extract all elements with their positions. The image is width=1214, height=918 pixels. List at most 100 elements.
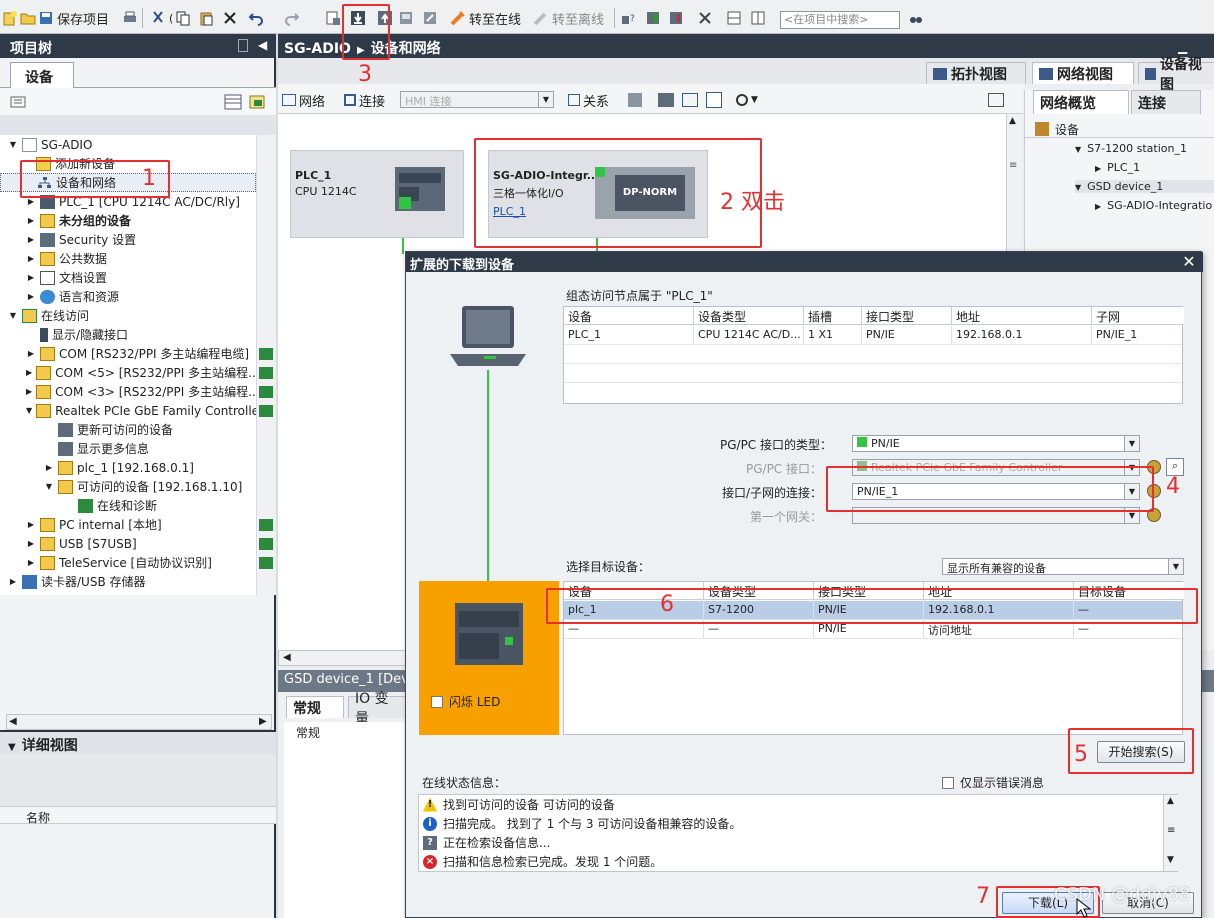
scroll-thumb[interactable]: ≡ [1009,160,1017,171]
collapsed-arrow-icon[interactable]: ▶ [26,520,36,530]
scroll-down-icon[interactable]: ▼ [1167,855,1174,865]
split-horizontal-button[interactable] [726,8,742,28]
zoom-button[interactable]: ▼ [736,90,758,110]
expanded-arrow-icon[interactable]: ▼ [8,140,18,150]
tree-item-doc-settings[interactable]: ▶ 文档设置 [0,268,256,287]
only-errors-checkbox[interactable]: 仅显示错误消息 [942,774,1044,791]
expanded-arrow-icon[interactable]: ▼ [26,406,32,416]
tree-item-update-accessible[interactable]: 更新可访问的设备 [0,420,256,439]
new-tree-icon[interactable] [248,94,266,110]
collapsed-arrow-icon[interactable]: ▶ [8,577,18,587]
close-icon[interactable]: ✕ [1181,253,1197,270]
tab-network-view[interactable]: 网络视图 [1032,62,1134,84]
window-controls[interactable]: ▁ ■ [1178,40,1202,68]
tree-item-com[interactable]: ▶ COM [RS232/PPI 多主站编程电缆] [0,344,256,363]
tree-item-com5[interactable]: ▶ COM <5> [RS232/PPI 多主站编程... [0,363,260,382]
tree-options-icon[interactable] [10,94,26,110]
collapsed-arrow-icon[interactable]: ▶ [44,463,54,473]
overview-item[interactable]: ▼ GSD device_1 [1075,180,1214,193]
detail-view-header[interactable]: ▼ 详细视图 [0,730,276,754]
copy-button[interactable] [175,8,191,28]
tab-devices[interactable]: 设备 [10,62,74,88]
collapsed-arrow-icon[interactable]: ▶ [26,273,36,283]
collapsed-arrow-icon[interactable]: ▶ [26,197,36,207]
tree-scrollbar[interactable] [256,135,276,595]
simulation-button[interactable] [398,8,414,28]
tab-io-tags[interactable]: IO 变量 [348,691,408,727]
page-layout-button[interactable] [706,90,722,110]
go-online-button[interactable]: 转至在线 [450,8,521,28]
open-project-button[interactable] [20,8,36,28]
save-project-button[interactable]: 保存项目 [38,8,109,28]
tab-network-overview[interactable]: 网络概览 [1033,90,1129,114]
tab-general[interactable]: 常规 [286,696,344,718]
scroll-right-icon[interactable]: ▶ [259,716,267,727]
cross-reference-button[interactable] [697,8,713,28]
collapsed-arrow-icon[interactable]: ▶ [26,558,36,568]
tree-item-accessible-device[interactable]: ▼ 可访问的设备 [192.168.1.10] [0,477,256,496]
start-cpu-button[interactable] [645,8,661,28]
collapsed-arrow-icon[interactable]: ▶ [26,349,36,359]
device-config-button[interactable] [422,8,438,28]
overview-item[interactable]: ▶ PLC_1 [1095,161,1140,174]
redo-button[interactable] [284,8,300,28]
collapsed-arrow-icon[interactable]: ▶ [26,235,36,245]
tree-item-languages[interactable]: ▶ 语言和资源 [0,287,256,306]
expanded-arrow-icon[interactable]: ▼ [8,311,18,321]
flash-led-checkbox[interactable]: 闪烁 LED [431,693,500,710]
stop-cpu-button[interactable] [668,8,684,28]
print-button[interactable] [122,8,138,28]
collapsed-arrow-icon[interactable]: ▶ [26,539,36,549]
hmi-connection-select[interactable]: HMI 连接 ▼ [400,91,554,108]
collapsed-arrow-icon[interactable]: ▶ [26,292,36,302]
collapsed-arrow-icon[interactable]: ▶ [26,254,36,264]
collapsed-arrow-icon[interactable]: ▶ [26,216,36,226]
tree-item-security[interactable]: ▶ Security 设置 [0,230,256,249]
accessible-devices-button[interactable]: ? [620,8,636,28]
scroll-up-icon[interactable]: ▲ [1167,796,1174,806]
breadcrumb-project[interactable]: SG-ADIO [284,41,351,57]
split-vertical-button[interactable] [750,8,766,28]
go-offline-button[interactable]: 转至离线 [533,8,604,28]
tree-item-ungrouped[interactable]: ▶ 未分组的设备 [0,211,256,230]
tree-item-plc1-online[interactable]: ▶ plc_1 [192.168.0.1] [0,458,256,477]
scroll-up-icon[interactable]: ▲ [1009,116,1016,126]
undo-button[interactable] [248,8,264,28]
tree-item-usb[interactable]: ▶ USB [S7USB] [0,534,256,553]
tab-topology-view[interactable]: 拓扑视图 [926,62,1026,84]
pin-icon[interactable] [238,39,248,52]
tree-item-project[interactable]: ▼ SG-ADIO [0,135,256,154]
tree-item-show-hide-interfaces[interactable]: 显示/隐藏接口 [0,325,256,344]
plc-device-box[interactable]: PLC_1 CPU 1214C [290,150,464,238]
tab-device-view[interactable]: 设备视图 [1138,57,1214,93]
tree-item-teleservice[interactable]: ▶ TeleService [自动协议识别] [0,553,256,572]
show-devices-select[interactable]: 显示所有兼容的设备 ▼ [942,558,1184,575]
collapsed-arrow-icon[interactable]: ▶ [26,368,32,378]
grid-button[interactable] [682,90,698,110]
tree-item-realtek[interactable]: ▼ Realtek PCIe GbE Family Controller [0,401,264,420]
overview-item[interactable]: ▶ SG-ADIO-Integratio [1095,199,1212,212]
tree-horizontal-scrollbar[interactable]: ◀ ▶ [6,714,272,730]
tab-connections[interactable]: 连接 [1131,90,1201,114]
expanded-arrow-icon[interactable]: ▼ [44,482,54,492]
table-view-icon[interactable] [224,94,242,110]
project-search-input[interactable]: <在项目中搜索> [780,11,900,29]
status-scrollbar[interactable]: ▲ ≡ ▼ [1163,795,1179,871]
table-row[interactable]: PLC_1 CPU 1214C AC/D... 1 X1 PN/IE 192.1… [564,326,1182,345]
show-names-button[interactable] [628,90,642,110]
tree-item-online-diagnostics[interactable]: 在线和诊断 [0,496,256,515]
inspector-nav[interactable]: 常规 [284,722,404,918]
relations-button[interactable]: 关系 [568,90,609,110]
new-project-button[interactable] [2,8,18,28]
delete-button[interactable] [222,8,238,28]
tree-item-common-data[interactable]: ▶ 公共数据 [0,249,256,268]
network-mode-button[interactable]: 网络 [282,90,325,110]
collapsed-arrow-icon[interactable]: ▶ [26,387,32,397]
cut-button[interactable]: ( [150,8,173,28]
scroll-left-icon[interactable]: ◀ [283,652,291,663]
tree-item-online-access[interactable]: ▼ 在线访问 [0,306,256,325]
tree-item-com3[interactable]: ▶ COM <3> [RS232/PPI 多主站编程... [0,382,260,401]
layout-button[interactable] [988,90,1004,110]
tree-item-card-reader[interactable]: ▶ 读卡器/USB 存储器 [0,572,256,591]
tree-item-show-more-info[interactable]: 显示更多信息 [0,439,256,458]
